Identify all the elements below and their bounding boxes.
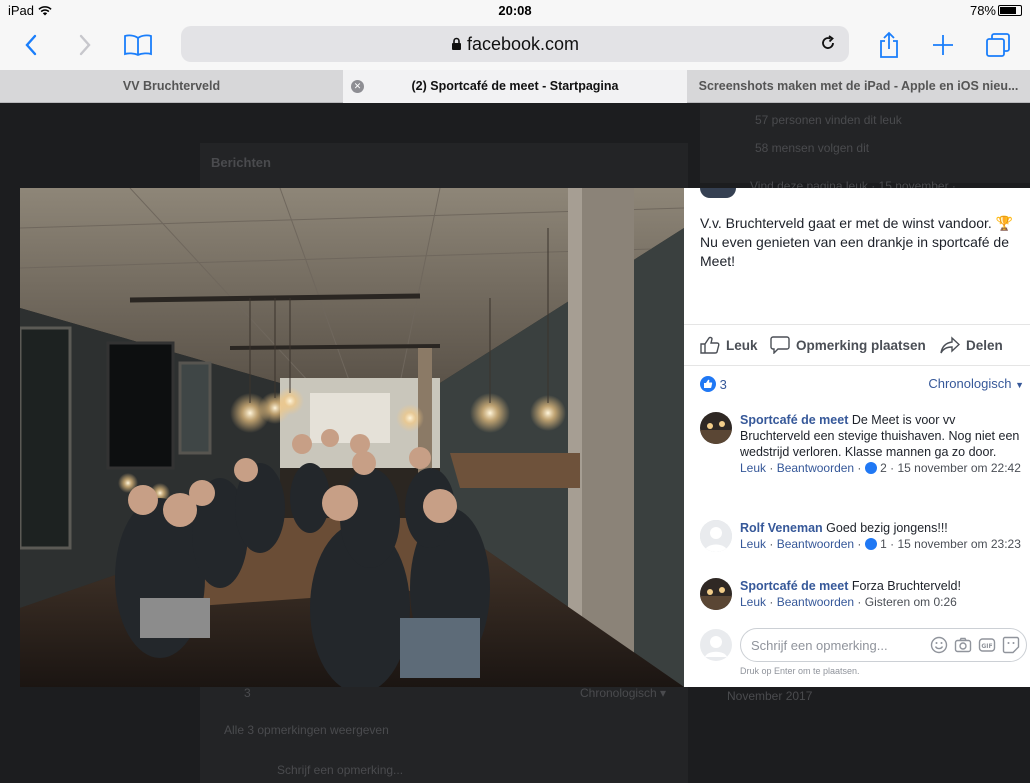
chevron-left-icon (25, 34, 37, 56)
comment-meta: Leuk · Beantwoorden · 1 · 15 november om… (740, 537, 1021, 551)
lock-icon (451, 34, 462, 54)
reload-icon[interactable] (819, 34, 837, 57)
url-text: facebook.com (466, 34, 580, 54)
battery-icon (998, 5, 1022, 16)
tab-strip: VV Bruchterveld ✕ (2) Sportcafé de meet … (0, 70, 1030, 103)
address-bar[interactable]: facebook.com (181, 26, 849, 62)
new-tab-button[interactable] (928, 30, 958, 60)
comment-meta: Leuk · Beantwoorden · Gisteren om 0:26 (740, 595, 957, 609)
comment-author[interactable]: Sportcafé de meet (740, 413, 848, 427)
tabs-icon (986, 33, 1010, 57)
share-button[interactable] (874, 30, 904, 60)
avatar[interactable] (700, 520, 732, 552)
comment-time[interactable]: 15 november om 23:23 (897, 537, 1020, 551)
share-post-button[interactable]: Delen (940, 336, 1003, 354)
avatar[interactable] (700, 412, 732, 444)
page-avatar (700, 188, 736, 198)
like-count[interactable]: 3 (720, 377, 727, 392)
share-arrow-icon (940, 336, 960, 354)
comment-reply-link[interactable]: Beantwoorden (777, 537, 854, 551)
gif-icon[interactable]: GIF (978, 636, 996, 654)
post-actions: Leuk Opmerking plaatsen Delen (684, 324, 1030, 366)
sort-dropdown[interactable]: Chronologisch ▼ (928, 376, 1024, 391)
post-sidebar: V.v. Bruchterveld gaat er met de winst v… (684, 188, 1030, 687)
post-photo[interactable] (20, 188, 684, 687)
comment-item: Rolf Veneman Goed bezig jongens!!! Leuk … (700, 520, 1024, 572)
tab-screenshots[interactable]: Screenshots maken met de iPad - Apple en… (687, 70, 1030, 103)
comment-button[interactable]: Opmerking plaatsen (770, 336, 926, 354)
comment-like-link[interactable]: Leuk (740, 537, 766, 551)
plus-icon (933, 35, 953, 55)
comment-time[interactable]: 15 november om 22:42 (897, 461, 1020, 475)
clock: 20:08 (498, 3, 532, 18)
comment-input[interactable]: Schrijf een opmerking... GIF (740, 628, 1027, 662)
avatar (700, 629, 732, 661)
thumbs-up-icon (700, 336, 720, 354)
comment-meta: Leuk · Beantwoorden · 2 · 15 november om… (740, 461, 1021, 475)
avatar[interactable] (700, 578, 732, 610)
reactions-row: 3 Chronologisch ▼ (700, 376, 1024, 394)
camera-icon[interactable] (954, 636, 972, 654)
chevron-right-icon (79, 34, 91, 56)
sticker-icon[interactable] (1002, 636, 1020, 654)
comment-reply-link[interactable]: Beantwoorden (777, 461, 854, 475)
book-icon (124, 34, 152, 57)
sports-cafe-photo (20, 188, 684, 687)
emoji-icon[interactable] (930, 636, 948, 654)
tab-sportcafe[interactable]: ✕ (2) Sportcafé de meet - Startpagina (343, 70, 687, 103)
comment-author[interactable]: Sportcafé de meet (740, 579, 848, 593)
tabs-button[interactable] (983, 30, 1013, 60)
comment-time[interactable]: Gisteren om 0:26 (865, 595, 957, 609)
like-reaction-icon[interactable] (700, 376, 716, 392)
close-icon[interactable]: ✕ (351, 80, 364, 93)
svg-text:GIF: GIF (981, 643, 992, 650)
comment-author[interactable]: Rolf Veneman (740, 521, 823, 535)
back-button[interactable] (16, 30, 46, 60)
like-reaction-icon (864, 462, 877, 474)
battery: 78% (970, 3, 1022, 18)
comment-reply-link[interactable]: Beantwoorden (777, 595, 854, 609)
post-text: V.v. Bruchterveld gaat er met de winst v… (700, 215, 1014, 269)
browser-toolbar: facebook.com (0, 22, 1030, 70)
comment-text: Goed bezig jongens!!! (826, 521, 948, 535)
comment-text: Forza Bruchterveld! (851, 579, 961, 593)
comment-like-link[interactable]: Leuk (740, 461, 766, 475)
like-button[interactable]: Leuk (700, 336, 758, 354)
share-icon (880, 31, 898, 58)
comment-like-link[interactable]: Leuk (740, 595, 766, 609)
like-reaction-icon (864, 538, 877, 550)
comment-item: Sportcafé de meet Forza Bruchterveld! Le… (700, 578, 1024, 618)
comment-icon (770, 336, 790, 354)
tab-vv-bruchterveld[interactable]: VV Bruchterveld (0, 70, 343, 103)
status-bar: iPad 20:08 78% (0, 0, 1030, 22)
compose-hint: Druk op Enter om te plaatsen. (740, 666, 860, 676)
forward-button[interactable] (70, 30, 100, 60)
comment-item: Sportcafé de meet De Meet is voor vv Bru… (700, 412, 1024, 512)
bookmarks-button[interactable] (121, 30, 155, 60)
caret-down-icon: ▼ (1015, 380, 1024, 390)
